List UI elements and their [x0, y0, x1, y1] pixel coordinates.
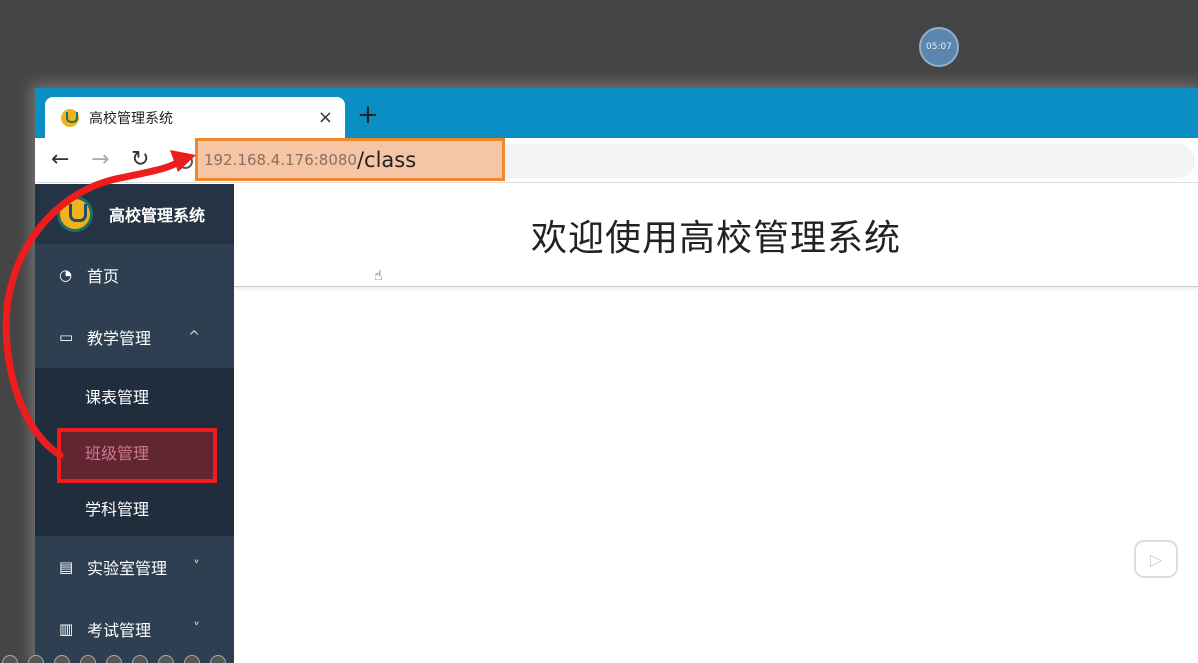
exam-icon: ▥	[59, 620, 74, 638]
sidebar-item-exam[interactable]: ▥ 考试管理 ˅	[35, 598, 234, 660]
dock-icon[interactable]	[210, 655, 226, 663]
dock-icon[interactable]	[28, 655, 44, 663]
brand: 高校管理系统	[35, 184, 234, 244]
dock-icon[interactable]	[80, 655, 96, 663]
sidebar-item-subject[interactable]: 学科管理	[35, 480, 234, 536]
hand-cursor-icon: ☝	[374, 268, 383, 284]
dashboard-icon: ◔	[59, 266, 73, 284]
sidebar-item-lab[interactable]: ▤ 实验室管理 ˅	[35, 536, 234, 598]
url-host: 192.168.4.176:8080	[204, 150, 357, 169]
dock-icon[interactable]	[106, 655, 122, 663]
monitor-icon: ▭	[59, 328, 74, 346]
chevron-down-icon: ˅	[193, 621, 200, 637]
sidebar-item-label: 首页	[87, 267, 120, 286]
taskbar-dock	[0, 653, 226, 663]
url-path: /class	[356, 147, 417, 172]
tab-active[interactable]: 高校管理系统 ×	[45, 97, 345, 138]
recording-timer: 05:07	[919, 27, 959, 67]
new-tab-button[interactable]: +	[357, 102, 379, 128]
logo-icon	[57, 196, 93, 232]
sidebar-item-home[interactable]: ◔ 首页	[35, 244, 234, 306]
dock-icon[interactable]	[158, 655, 174, 663]
page-title: 欢迎使用高校管理系统	[530, 218, 901, 259]
document-code-icon: ▤	[59, 558, 74, 576]
sidebar-item-label: 实验室管理	[87, 559, 168, 578]
browser-window: 高校管理系统 × + ← → ↻ 192.168.4.176:8080 /cla…	[35, 88, 1198, 663]
sidebar-item-teaching[interactable]: ▭ 教学管理 ^	[35, 306, 234, 368]
site-info-icon[interactable]	[178, 154, 193, 169]
chevron-up-icon: ^	[188, 329, 200, 345]
sidebar-item-label: 教学管理	[87, 329, 152, 348]
dock-icon[interactable]	[132, 655, 148, 663]
browser-toolbar: ← → ↻ 192.168.4.176:8080 /class	[35, 138, 1198, 183]
sidebar-item-label: 考试管理	[87, 621, 152, 640]
sidebar: 高校管理系统 ◔ 首页 ▭ 教学管理 ^ 课表管理 班级管理 学科管理 ▤ 实验…	[35, 184, 234, 663]
chevron-down-icon: ˅	[193, 559, 200, 575]
close-icon[interactable]: ×	[318, 107, 333, 128]
favicon-icon	[61, 108, 79, 127]
dock-icon[interactable]	[54, 655, 70, 663]
main-content: 欢迎使用高校管理系统 ☝ ▷	[234, 184, 1198, 663]
play-button[interactable]: ▷	[1134, 540, 1178, 578]
sidebar-item-schedule[interactable]: 课表管理	[35, 368, 234, 424]
tab-bar: 高校管理系统 × +	[35, 88, 1198, 138]
tab-title: 高校管理系统	[89, 110, 173, 127]
class-highlight-annotation	[57, 428, 217, 483]
forward-arrow-icon[interactable]: →	[91, 147, 109, 172]
url-highlight-annotation[interactable]: 192.168.4.176:8080 /class	[195, 138, 505, 181]
dock-icon[interactable]	[2, 655, 18, 663]
back-arrow-icon[interactable]: ←	[51, 147, 69, 172]
reload-icon[interactable]: ↻	[131, 147, 149, 172]
dock-icon[interactable]	[184, 655, 200, 663]
brand-name: 高校管理系统	[109, 206, 206, 225]
